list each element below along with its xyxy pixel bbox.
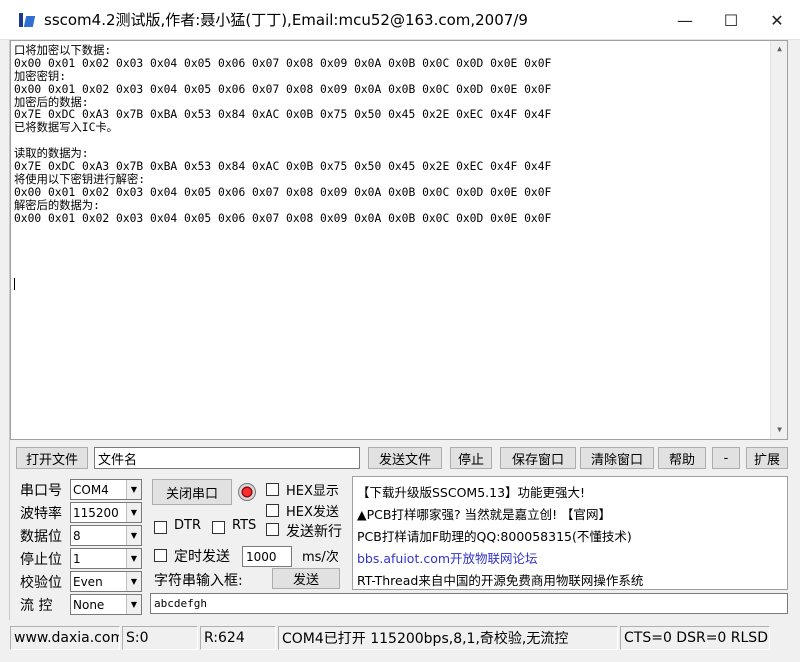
file-name-input[interactable]: 文件名 — [94, 447, 360, 469]
info-panel: 【下载升级版SSCOM5.13】功能更强大! ▲PCB打样哪家强? 当然就是嘉立… — [352, 476, 788, 590]
chevron-down-icon[interactable]: ▼ — [126, 572, 141, 591]
minimize-button[interactable]: — — [662, 0, 708, 40]
status-website[interactable]: www.daxia.com — [10, 626, 120, 650]
status-bar: www.daxia.com S:0 R:624 COM4已打开 115200bp… — [0, 622, 800, 654]
collapse-button[interactable]: - — [712, 447, 740, 469]
receive-line: 已将数据写入IC卡。 — [14, 121, 118, 135]
send-text-input[interactable]: abcdefgh — [150, 593, 788, 614]
receive-line: 0x7E 0xDC 0xA3 0x7B 0xBA 0x53 0x84 0xAC … — [14, 108, 552, 122]
chevron-down-icon[interactable]: ▼ — [126, 480, 141, 499]
parity-select[interactable]: Even ▼ — [70, 571, 142, 592]
flow-select[interactable]: None ▼ — [70, 594, 142, 615]
baud-label: 波特率 — [20, 506, 62, 522]
status-received-count: R:624 — [200, 626, 276, 650]
chevron-down-icon[interactable]: ▼ — [126, 595, 141, 614]
info-rtthread-link[interactable]: RT-Thread来自中国的开源免费商用物联网操作系统 — [357, 570, 643, 589]
info-pcb-link[interactable]: ▲PCB打样哪家强? 当然就是嘉立创! 【官网】 — [357, 504, 611, 523]
interval-unit-label: ms/次 — [302, 550, 339, 565]
chevron-down-icon[interactable]: ▼ — [126, 526, 141, 545]
receive-line — [14, 135, 787, 148]
receive-line: 加密密钥: — [14, 69, 66, 83]
status-sent-count: S:0 — [122, 626, 198, 650]
save-window-button[interactable]: 保存窗口 — [500, 447, 576, 469]
text-cursor — [14, 278, 15, 290]
receive-line: 0x00 0x01 0x02 0x03 0x04 0x05 0x06 0x07 … — [14, 82, 552, 96]
title-bar: sscom4.2测试版,作者:聂小猛(丁丁),Email:mcu52@163.c… — [0, 0, 800, 40]
info-upgrade-link[interactable]: 【下载升级版SSCOM5.13】功能更强大! — [357, 482, 585, 501]
rts-label: RTS — [232, 518, 257, 533]
hex-display-label: HEX显示 — [286, 484, 339, 499]
receive-area[interactable]: 口将加密以下数据: 0x00 0x01 0x02 0x03 0x04 0x05 … — [10, 40, 788, 440]
left-edge — [0, 40, 10, 620]
stop-button[interactable]: 停止 — [450, 447, 492, 469]
port-select[interactable]: COM4 ▼ — [70, 479, 142, 500]
receive-line: 口将加密以下数据: — [14, 44, 112, 57]
receive-line: 解密后的数据为: — [14, 198, 100, 212]
databits-label: 数据位 — [20, 529, 62, 545]
timed-send-checkbox[interactable] — [154, 549, 167, 562]
interval-input[interactable]: 1000 — [242, 546, 292, 567]
status-modem-lines: CTS=0 DSR=0 RLSD — [620, 626, 770, 650]
status-port-state: COM4已打开 115200bps,8,1,奇校验,无流控 — [278, 626, 618, 650]
hex-send-label: HEX发送 — [286, 505, 339, 520]
flow-label: 流 控 — [20, 598, 53, 614]
maximize-button[interactable]: ☐ — [708, 0, 754, 40]
info-forum-link[interactable]: bbs.afuiot.com开放物联网论坛 — [357, 548, 538, 567]
clear-window-button[interactable]: 清除窗口 — [580, 447, 654, 469]
input-label: 字符串输入框: — [154, 573, 243, 589]
receive-line: 0x7E 0xDC 0xA3 0x7B 0xBA 0x53 0x84 0xAC … — [14, 160, 552, 174]
stopbits-label: 停止位 — [20, 552, 62, 568]
parity-label: 校验位 — [20, 575, 62, 591]
databits-select[interactable]: 8 ▼ — [70, 525, 142, 546]
send-newline-label: 发送新行 — [286, 524, 342, 540]
close-button[interactable]: ✕ — [754, 0, 800, 40]
close-port-button[interactable]: 关闭串口 — [152, 479, 232, 505]
port-label: 串口号 — [20, 483, 62, 499]
timed-send-label: 定时发送 — [174, 549, 230, 565]
receive-line: 将使用以下密钥进行解密: — [14, 172, 146, 186]
dtr-checkbox[interactable] — [154, 521, 167, 534]
scroll-up-icon[interactable]: ▲ — [771, 41, 787, 58]
baud-select[interactable]: 115200 ▼ — [70, 502, 142, 523]
send-button[interactable]: 发送 — [272, 568, 340, 589]
window-controls: — ☐ ✕ — [662, 0, 800, 40]
chevron-down-icon[interactable]: ▼ — [126, 549, 141, 568]
hex-send-checkbox[interactable] — [266, 504, 279, 517]
stopbits-select[interactable]: 1 ▼ — [70, 548, 142, 569]
receive-line: 0x00 0x01 0x02 0x03 0x04 0x05 0x06 0x07 … — [14, 185, 552, 199]
receive-line: 0x00 0x01 0x02 0x03 0x04 0x05 0x06 0x07 … — [14, 211, 552, 225]
help-button[interactable]: 帮助 — [658, 447, 706, 469]
vertical-scrollbar[interactable]: ▲ ▼ — [770, 41, 787, 439]
open-file-button[interactable]: 打开文件 — [16, 447, 88, 469]
expand-button[interactable]: 扩展 — [746, 447, 788, 469]
port-status-indicator-icon — [238, 483, 256, 501]
receive-line: 0x00 0x01 0x02 0x03 0x04 0x05 0x06 0x07 … — [14, 56, 552, 70]
dtr-label: DTR — [174, 518, 201, 533]
hex-display-checkbox[interactable] — [266, 483, 279, 496]
send-file-button[interactable]: 发送文件 — [368, 447, 442, 469]
rts-checkbox[interactable] — [212, 521, 225, 534]
info-qq-text: PCB打样请加F助理的QQ:800058315(不懂技术) — [357, 529, 632, 544]
send-newline-checkbox[interactable] — [266, 523, 279, 536]
window-title: sscom4.2测试版,作者:聂小猛(丁丁),Email:mcu52@163.c… — [44, 11, 528, 29]
chevron-down-icon[interactable]: ▼ — [126, 503, 141, 522]
scroll-down-icon[interactable]: ▼ — [771, 422, 787, 439]
app-icon — [18, 11, 36, 29]
